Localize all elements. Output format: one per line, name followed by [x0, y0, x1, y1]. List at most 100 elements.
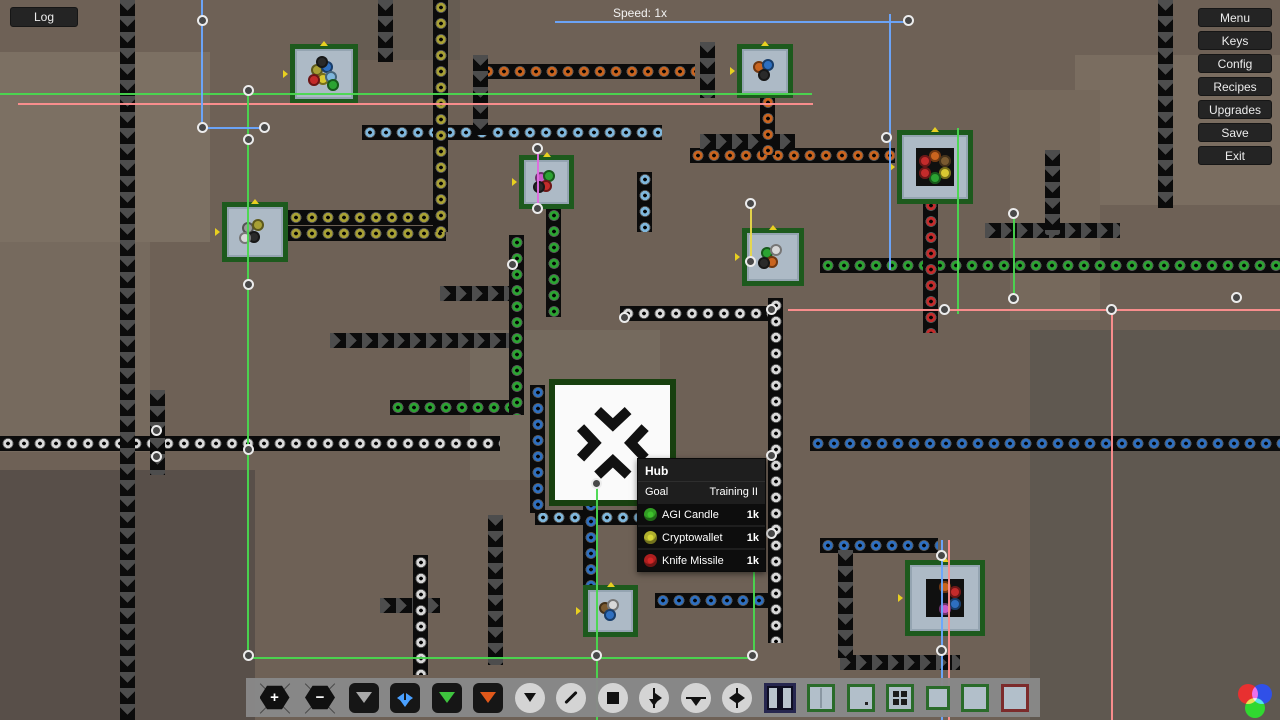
menu-button-save[interactable]: Save — [1198, 123, 1272, 142]
wire-link — [18, 103, 813, 105]
triangle-down-icon — [356, 692, 372, 703]
tunnel-bar-icon — [783, 688, 791, 708]
conveyor-tool-orange[interactable] — [473, 683, 503, 713]
triangle-down-icon — [439, 692, 455, 703]
factory-building[interactable] — [222, 202, 288, 262]
conveyor-belt[interactable] — [546, 192, 561, 317]
conveyor-belt[interactable] — [768, 298, 783, 643]
wire-link — [1111, 309, 1113, 720]
menu-button-menu[interactable]: Menu — [1198, 8, 1272, 27]
item-icon — [644, 554, 657, 567]
conveyor-belt[interactable] — [637, 172, 652, 232]
conveyor-belt[interactable] — [330, 333, 520, 348]
conveyor-belt[interactable] — [530, 385, 545, 513]
menu-button-config[interactable]: Config — [1198, 54, 1272, 73]
item-dot — [308, 74, 320, 86]
conveyor-belt[interactable] — [1158, 0, 1173, 208]
menu-button-recipes[interactable]: Recipes — [1198, 77, 1272, 96]
conveyor-belt[interactable] — [288, 226, 446, 241]
item-dot — [919, 167, 931, 179]
wire-link — [247, 657, 755, 659]
conveyor-tool-multi[interactable] — [390, 683, 420, 713]
building-small[interactable] — [926, 686, 950, 710]
factory-building[interactable] — [897, 130, 973, 204]
conveyor-belt[interactable] — [923, 198, 938, 333]
conveyor-belt[interactable] — [700, 134, 795, 149]
triangle-down-icon — [480, 692, 496, 703]
output-tool[interactable] — [515, 683, 545, 713]
color-wheel-icon[interactable] — [1238, 684, 1272, 718]
item-count: 1k — [747, 555, 759, 567]
factory-building[interactable] — [290, 44, 358, 104]
item-dot — [604, 609, 616, 621]
menu-button-list: Menu Keys Config Recipes Upgrades Save Exit — [1198, 8, 1272, 165]
building-marked[interactable] — [847, 684, 875, 712]
terrain-patch — [0, 52, 210, 242]
wire-post — [243, 650, 254, 661]
terrain-patch — [1030, 330, 1280, 720]
wire-link — [0, 93, 812, 95]
conveyor-belt[interactable] — [690, 148, 895, 163]
triangle-multi-icon — [400, 700, 410, 712]
stop-tool[interactable] — [598, 683, 628, 713]
factory-core — [926, 579, 964, 617]
conveyor-belt[interactable] — [120, 0, 135, 720]
slash-icon — [564, 691, 577, 704]
building-plain[interactable] — [961, 684, 989, 712]
conveyor-tool-green[interactable] — [432, 683, 462, 713]
tunnel-tool[interactable] — [764, 683, 796, 713]
square-icon — [607, 692, 619, 704]
building-divider[interactable] — [807, 684, 835, 712]
conveyor-belt[interactable] — [288, 210, 446, 225]
conveyor-belt[interactable] — [700, 42, 715, 98]
conveyor-belt[interactable] — [473, 55, 488, 135]
conveyor-tool-gray[interactable] — [349, 683, 379, 713]
conveyor-belt[interactable] — [655, 593, 773, 608]
tooltip-item: Knife Missile1k — [638, 550, 765, 571]
factory-building[interactable] — [583, 585, 638, 637]
splitter-icon — [644, 688, 664, 708]
conveyor-belt[interactable] — [380, 598, 440, 613]
conveyor-belt[interactable] — [362, 125, 662, 140]
tooltip-item-list: AGI Candle1kCryptowallet1kKnife Missile1… — [638, 504, 765, 571]
wire-post — [745, 198, 756, 209]
wire-post — [1008, 208, 1019, 219]
building-grid[interactable] — [886, 684, 914, 712]
wire-post — [745, 256, 756, 267]
factory-building[interactable] — [905, 560, 985, 636]
balancer-tool[interactable] — [722, 683, 752, 713]
splitter-icon — [727, 688, 747, 708]
conveyor-belt[interactable] — [620, 306, 775, 321]
conveyor-belt[interactable] — [480, 64, 695, 79]
tunnel-bar-icon — [769, 688, 777, 708]
game-map[interactable] — [0, 0, 1280, 720]
conveyor-belt[interactable] — [390, 400, 516, 415]
conveyor-belt[interactable] — [810, 436, 1280, 451]
conveyor-belt[interactable] — [488, 515, 503, 665]
item-dot — [939, 155, 951, 167]
menu-button-upgrades[interactable]: Upgrades — [1198, 100, 1272, 119]
splitter-down-tool[interactable] — [681, 683, 711, 713]
splitter-right-down-tool[interactable] — [639, 683, 669, 713]
conveyor-belt[interactable] — [378, 0, 393, 62]
hex-add-tool[interactable]: + — [258, 683, 292, 713]
eraser-tool[interactable] — [556, 683, 586, 713]
log-button[interactable]: Log — [10, 7, 78, 27]
factory-building[interactable] — [737, 44, 793, 98]
wire-post — [936, 645, 947, 656]
tooltip-goal-label: Goal — [645, 486, 668, 498]
menu-button-keys[interactable]: Keys — [1198, 31, 1272, 50]
conveyor-belt[interactable] — [838, 550, 853, 658]
conveyor-belt[interactable] — [1045, 150, 1060, 235]
menu-button-exit[interactable]: Exit — [1198, 146, 1272, 165]
conveyor-belt[interactable] — [433, 0, 448, 232]
item-name: AGI Candle — [662, 509, 742, 521]
hex-remove-tool[interactable]: − — [303, 683, 337, 713]
wire-post — [1008, 293, 1019, 304]
factory-building[interactable] — [519, 155, 574, 209]
building-red[interactable] — [1001, 684, 1029, 712]
toolbar: +− — [246, 678, 1040, 717]
conveyor-belt[interactable] — [440, 286, 512, 301]
wire-post — [619, 312, 630, 323]
wire-post — [591, 478, 602, 489]
